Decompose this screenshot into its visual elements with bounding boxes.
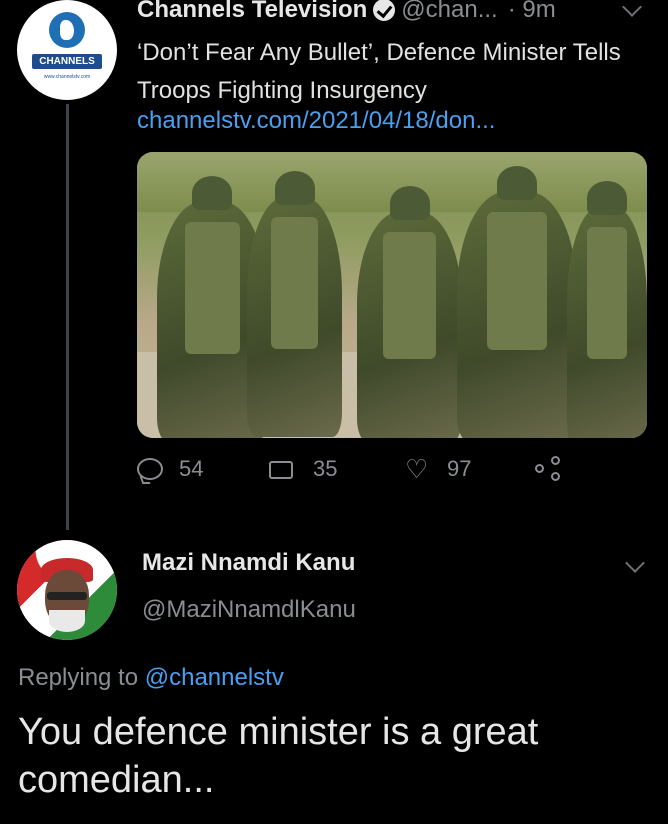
glasses (47, 592, 87, 600)
tweet1-text: ‘Don’t Fear Any Bullet’, Defence Ministe… (137, 39, 621, 104)
soldier-figure (457, 166, 577, 438)
tweet1-media-image[interactable] (137, 152, 647, 438)
reply-icon (137, 458, 163, 480)
globe-logo-icon (49, 12, 85, 48)
thread-line (66, 104, 69, 530)
tweet2-handle[interactable]: @MaziNnamdlKanu (142, 596, 356, 624)
mazi-kanu-avatar[interactable] (17, 540, 117, 640)
avatar-wordmark: CHANNELS (32, 54, 102, 69)
like-count: 97 (447, 456, 472, 481)
beard (49, 610, 85, 632)
tweet2-display-name[interactable]: Mazi Nnamdi Kanu (142, 549, 355, 577)
tweet1-time: · 9m (507, 0, 556, 23)
chevron-down-icon[interactable] (625, 553, 645, 573)
tweet2-text: You defence minister is a great comedian… (18, 711, 539, 801)
soldier-figure (357, 186, 462, 438)
like-icon: ♡ (405, 454, 429, 484)
replying-prefix: Replying to (18, 664, 145, 691)
replying-to-mention[interactable]: @channelstv (145, 664, 284, 691)
tweet1-handle[interactable]: @chan... (401, 0, 497, 24)
reply-count: 54 (179, 456, 204, 481)
soldier-figure (567, 181, 647, 438)
avatar-url-text: www.channelstv.com (43, 74, 91, 80)
channels-tv-avatar[interactable]: CHANNELS www.channelstv.com (17, 0, 117, 100)
retweet-button[interactable]: 35 (267, 456, 337, 482)
share-icon (535, 456, 565, 482)
tweet1-header: Channels Television @chan... · 9m (137, 0, 657, 28)
like-button[interactable]: ♡ 97 (405, 456, 471, 482)
replying-to: Replying to @channelstv (18, 664, 284, 692)
retweet-count: 35 (313, 456, 338, 481)
tweet1-display-name[interactable]: Channels Television (137, 0, 367, 24)
share-button[interactable] (535, 456, 565, 482)
reply-button[interactable]: 54 (137, 456, 203, 482)
retweet-icon (267, 459, 297, 479)
tweet1-actions: 54 35 ♡ 97 (137, 456, 587, 496)
verified-icon (373, 0, 396, 21)
soldier-figure (247, 171, 342, 437)
tweet1-link[interactable]: channelstv.com/2021/04/18/don... (137, 107, 495, 135)
